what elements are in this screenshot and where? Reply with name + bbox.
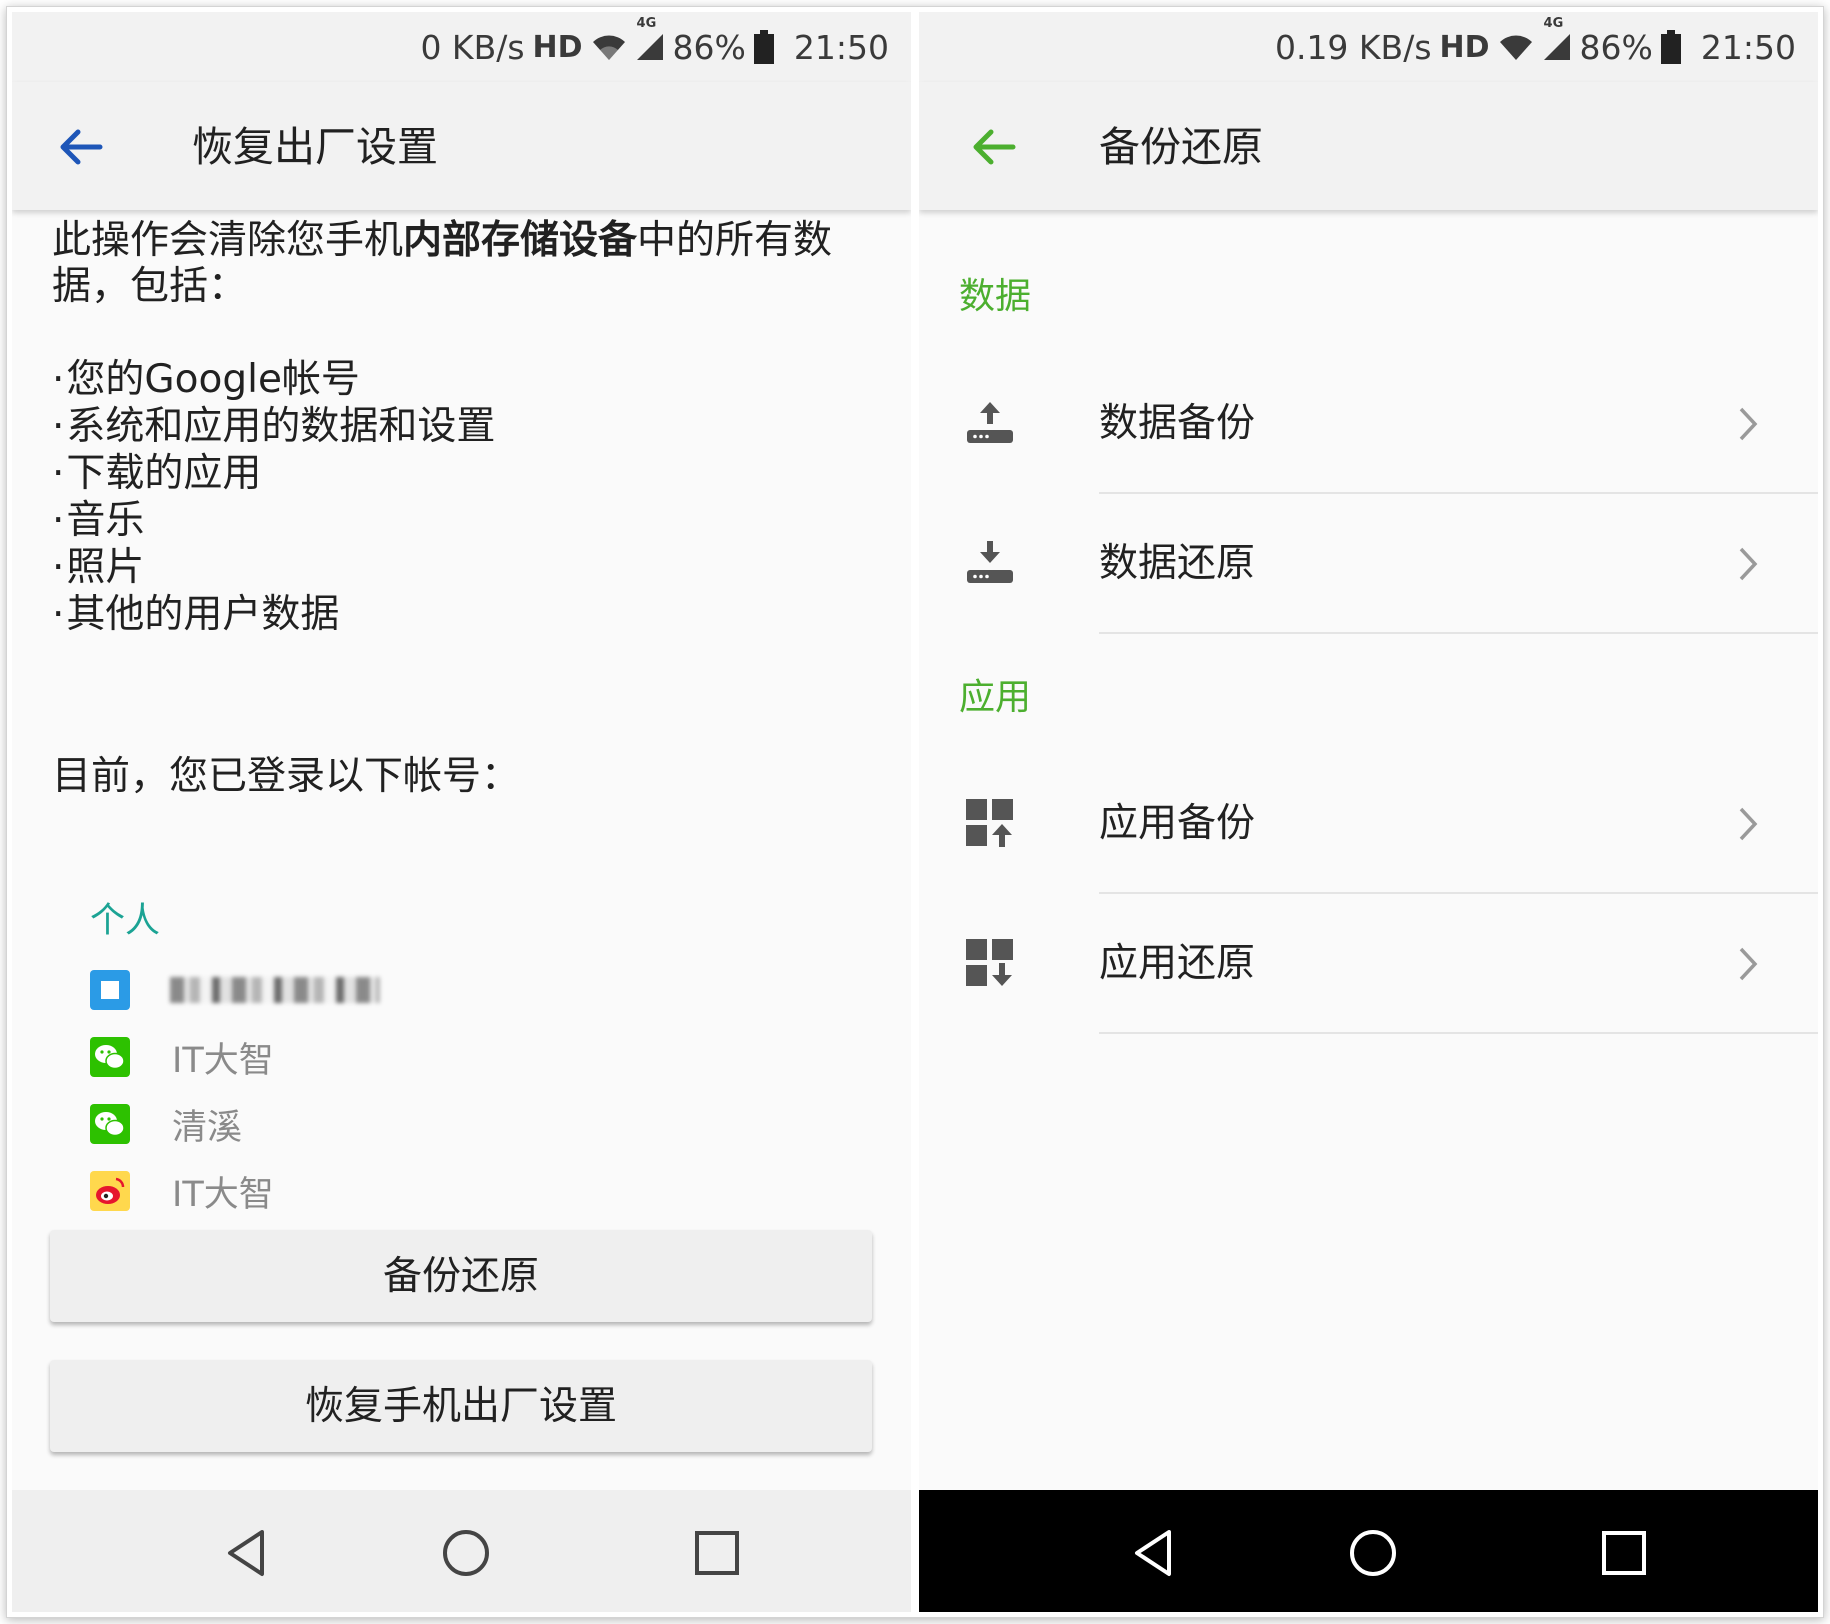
blurred-account-name — [170, 977, 380, 1003]
network-speed: 0.19 KB/s — [1274, 27, 1432, 67]
app-backup-icon — [966, 799, 1013, 847]
download-icon — [967, 541, 1013, 583]
clock: 21:50 — [793, 27, 889, 67]
page-title: 恢复出厂设置 — [192, 123, 438, 171]
nav-recents-icon[interactable] — [1597, 1526, 1651, 1580]
list-item: 系统和应用的数据和设置 — [52, 403, 872, 450]
clock: 21:50 — [1700, 27, 1796, 67]
list-item-app-backup[interactable]: 应用备份 — [919, 754, 1818, 894]
app-restore-icon — [966, 939, 1013, 986]
backup-restore-screen: 0.19 KB/s HD 4G 86% 21:50 备份还原 数据 数据备份 数… — [919, 12, 1818, 1612]
status-bar: 0 KB/s HD 4G 86% 21:50 — [12, 12, 911, 82]
chevron-right-icon — [1739, 807, 1758, 841]
app-bar: 备份还原 — [919, 82, 1818, 210]
list-item-label: 应用还原 — [1099, 941, 1256, 986]
warning-text: 此操作会清除您手机内部存储设备中的所有数据，包括： — [52, 218, 833, 309]
list-item: 其他的用户数据 — [52, 591, 872, 638]
wifi-icon — [1498, 32, 1534, 62]
factory-reset-screen: 0 KB/s HD 4G 86% 21:50 恢复出厂设置 此操作会清除您手机内… — [12, 12, 911, 1612]
nav-back-icon[interactable] — [220, 1526, 274, 1580]
section-header-data: 数据 — [959, 276, 1032, 317]
section-header-personal: 个人 — [90, 901, 161, 941]
list-item-label: 应用备份 — [1099, 801, 1256, 846]
wifi-icon — [591, 32, 627, 62]
network-type: 4G — [636, 16, 657, 31]
battery-percent: 86% — [1579, 27, 1653, 67]
status-bar: 0.19 KB/s HD 4G 86% 21:50 — [919, 12, 1818, 82]
account-name: IT大智 — [172, 1040, 274, 1081]
account-row: IT大智 — [90, 1170, 274, 1215]
list-item: 音乐 — [52, 497, 872, 544]
square-app-icon — [90, 970, 130, 1010]
cell-signal-icon: 4G — [635, 16, 665, 62]
account-row — [90, 969, 380, 1011]
navigation-bar — [919, 1490, 1818, 1612]
factory-reset-button[interactable]: 恢复手机出厂设置 — [50, 1360, 872, 1452]
list-item-label: 数据备份 — [1099, 401, 1256, 446]
hd-indicator: HD — [532, 29, 583, 65]
list-item-app-restore[interactable]: 应用还原 — [919, 894, 1818, 1034]
network-type: 4G — [1543, 16, 1564, 31]
list-item: 下载的应用 — [52, 450, 872, 497]
chevron-right-icon — [1739, 407, 1758, 441]
nav-home-icon[interactable] — [439, 1526, 493, 1580]
internal-storage-emphasis: 内部存储设备 — [403, 218, 638, 263]
section-header-apps: 应用 — [959, 677, 1032, 718]
warning-content: 此操作会清除您手机内部存储设备中的所有数据，包括： 您的Google帐号 系统和… — [52, 218, 872, 638]
app-bar: 恢复出厂设置 — [12, 82, 911, 210]
nav-recents-icon[interactable] — [690, 1526, 744, 1580]
cell-signal-icon: 4G — [1542, 16, 1572, 62]
chevron-right-icon — [1739, 947, 1758, 981]
page-title: 备份还原 — [1099, 123, 1263, 171]
chevron-right-icon — [1739, 547, 1758, 581]
network-speed: 0 KB/s — [420, 27, 525, 67]
divider — [1099, 632, 1818, 634]
battery-icon — [753, 30, 774, 64]
list-item: 您的Google帐号 — [52, 356, 872, 403]
weibo-icon — [90, 1171, 130, 1211]
backup-restore-button[interactable]: 备份还原 — [50, 1230, 872, 1322]
back-arrow-icon[interactable] — [969, 122, 1019, 172]
battery-icon — [1660, 30, 1681, 64]
back-arrow-icon[interactable] — [56, 122, 106, 172]
list-item: 照片 — [52, 544, 872, 591]
nav-back-icon[interactable] — [1127, 1526, 1181, 1580]
wechat-icon — [90, 1037, 130, 1077]
erased-items-list: 您的Google帐号 系统和应用的数据和设置 下载的应用 音乐 照片 其他的用户… — [52, 356, 872, 638]
account-name: 清溪 — [172, 1107, 243, 1148]
hd-indicator: HD — [1439, 29, 1490, 65]
account-row: 清溪 — [90, 1103, 242, 1148]
upload-icon — [967, 402, 1013, 443]
navigation-bar — [12, 1490, 911, 1612]
list-item-data-backup[interactable]: 数据备份 — [919, 354, 1818, 494]
account-row: IT大智 — [90, 1036, 274, 1081]
account-name: IT大智 — [172, 1174, 274, 1215]
wechat-icon — [90, 1104, 130, 1144]
list-item-data-restore[interactable]: 数据还原 — [919, 494, 1818, 634]
logged-in-accounts-label: 目前，您已登录以下帐号： — [52, 754, 521, 799]
nav-home-icon[interactable] — [1346, 1526, 1400, 1580]
divider — [1099, 1032, 1818, 1034]
list-item-label: 数据还原 — [1099, 541, 1256, 586]
battery-percent: 86% — [672, 27, 746, 67]
